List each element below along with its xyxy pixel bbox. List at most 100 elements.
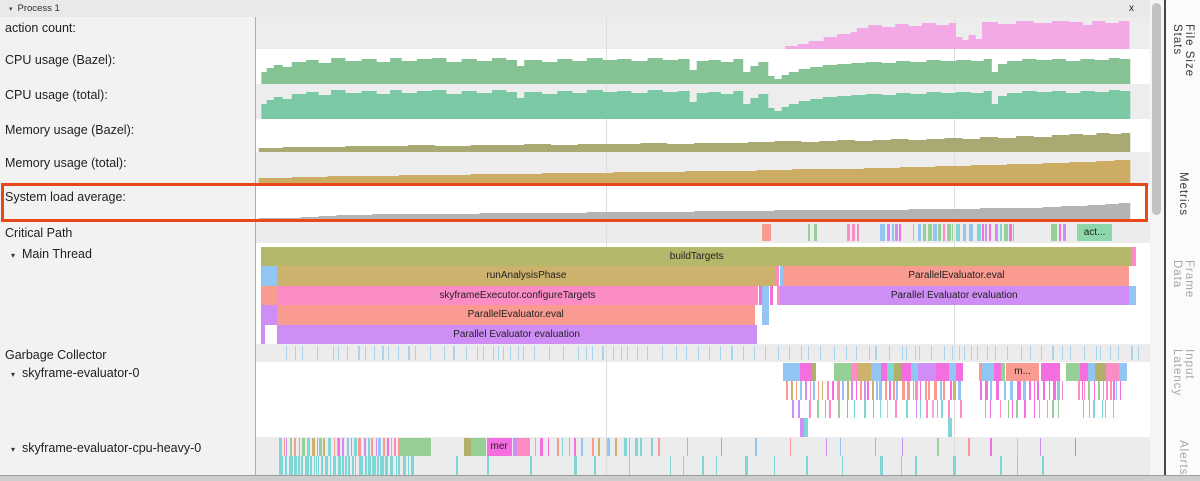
trace-sliver[interactable] (792, 400, 793, 418)
trace-sliver[interactable] (471, 438, 486, 456)
trace-sliver[interactable] (829, 400, 831, 418)
trace-sliver[interactable] (959, 346, 960, 360)
trace-sliver[interactable] (398, 346, 399, 360)
trace-sliver[interactable] (635, 438, 637, 456)
trace-sliver[interactable] (325, 456, 328, 474)
trace-sliver[interactable] (1034, 381, 1035, 399)
trace-sliver[interactable] (298, 456, 300, 474)
trace-sliver[interactable] (487, 456, 488, 474)
trace-sliver[interactable] (348, 456, 350, 474)
thread-label[interactable]: ▾Main Thread (0, 243, 256, 344)
trace-sliver[interactable] (1088, 363, 1095, 381)
trace-sliver[interactable] (621, 346, 622, 360)
trace-sliver[interactable] (968, 438, 970, 456)
trace-sliver[interactable] (312, 438, 315, 456)
trace-sliver[interactable] (953, 381, 955, 399)
trace-sliver[interactable] (1132, 247, 1136, 266)
trace-sliver[interactable] (365, 456, 367, 474)
trace-sliver[interactable] (466, 346, 467, 360)
trace-sliver[interactable] (627, 346, 628, 360)
trace-sliver[interactable] (453, 346, 454, 360)
trace-sliver[interactable] (1009, 224, 1012, 241)
trace-sliver[interactable] (317, 346, 318, 360)
trace-sliver[interactable] (1034, 400, 1035, 418)
trace-sliver[interactable] (574, 456, 576, 474)
trace-sliver[interactable] (647, 346, 648, 360)
trace-sliver[interactable] (938, 224, 940, 241)
trace-sliver[interactable] (294, 456, 297, 474)
trace-sliver[interactable] (889, 346, 890, 360)
trace-sliver[interactable] (875, 438, 876, 456)
trace-sliver[interactable] (483, 346, 484, 360)
trace-sliver[interactable] (1062, 346, 1063, 360)
trace-sliver[interactable] (358, 438, 361, 456)
trace-event[interactable]: act... (1077, 224, 1113, 241)
trace-sliver[interactable] (982, 224, 984, 241)
trace-sliver[interactable] (1106, 381, 1108, 399)
trace-sliver[interactable] (827, 381, 830, 399)
trace-sliver[interactable] (1078, 381, 1080, 399)
trace-sliver[interactable] (1040, 438, 1041, 456)
trace-sliver[interactable] (791, 381, 793, 399)
trace-sliver[interactable] (887, 363, 894, 381)
trace-sliver[interactable] (989, 224, 991, 241)
trace-sliver[interactable] (990, 438, 992, 456)
trace-sliver[interactable] (754, 346, 755, 360)
trace-sliver[interactable] (358, 346, 359, 360)
trace-sliver[interactable] (880, 400, 881, 418)
trace-sliver[interactable] (581, 438, 583, 456)
trace-sliver[interactable] (1043, 381, 1045, 399)
trace-sliver[interactable] (1110, 381, 1112, 399)
trace-sliver[interactable] (1120, 381, 1122, 399)
side-tab-alerts[interactable]: Alerts (1177, 440, 1189, 475)
trace-sliver[interactable] (372, 456, 376, 474)
timeline-track[interactable]: mer (256, 437, 1150, 475)
trace-sliver[interactable] (359, 456, 363, 474)
trace-sliver[interactable] (806, 456, 808, 474)
trace-sliver[interactable] (814, 224, 817, 241)
trace-sliver[interactable] (994, 363, 1001, 381)
trace-sliver[interactable] (952, 346, 953, 360)
trace-sliver[interactable] (534, 346, 535, 360)
trace-sliver[interactable] (1057, 381, 1059, 399)
trace-sliver[interactable] (398, 438, 399, 456)
trace-sliver[interactable] (920, 400, 921, 418)
trace-sliver[interactable] (808, 224, 811, 241)
trace-sliver[interactable] (937, 438, 939, 456)
trace-sliver[interactable] (510, 346, 511, 360)
trace-sliver[interactable] (1017, 438, 1019, 456)
trace-sliver[interactable] (902, 381, 905, 399)
trace-sliver[interactable] (940, 381, 942, 399)
trace-sliver[interactable] (879, 381, 881, 399)
trace-sliver[interactable] (1103, 381, 1104, 399)
trace-sliver[interactable] (321, 456, 323, 474)
trace-sliver[interactable] (876, 381, 878, 399)
trace-sliver[interactable] (856, 381, 857, 399)
trace-sliver[interactable] (374, 346, 375, 360)
trace-sliver[interactable] (956, 224, 960, 241)
trace-sliver[interactable] (926, 400, 928, 418)
trace-sliver[interactable] (338, 346, 339, 360)
trace-sliver[interactable] (662, 346, 663, 360)
trace-sliver[interactable] (906, 400, 908, 418)
trace-sliver[interactable] (1039, 400, 1040, 418)
trace-sliver[interactable] (338, 438, 340, 456)
trace-sliver[interactable] (347, 438, 350, 456)
trace-sliver[interactable] (808, 346, 809, 360)
trace-sliver[interactable] (569, 438, 570, 456)
trace-sliver[interactable] (902, 346, 903, 360)
trace-sliver[interactable] (1047, 400, 1048, 418)
trace-sliver[interactable] (1082, 381, 1083, 399)
trace-sliver[interactable] (895, 224, 898, 241)
thread-label[interactable]: ▾skyframe-evaluator-0 (0, 362, 256, 437)
trace-sliver[interactable] (1051, 224, 1057, 241)
trace-sliver[interactable] (915, 346, 916, 360)
trace-sliver[interactable] (302, 438, 305, 456)
trace-sliver[interactable] (1052, 346, 1053, 360)
trace-sliver[interactable] (261, 305, 276, 324)
trace-sliver[interactable] (915, 456, 917, 474)
trace-sliver[interactable] (376, 438, 377, 456)
trace-sliver[interactable] (857, 224, 860, 241)
trace-sliver[interactable] (1129, 286, 1135, 305)
trace-sliver[interactable] (1037, 381, 1038, 399)
